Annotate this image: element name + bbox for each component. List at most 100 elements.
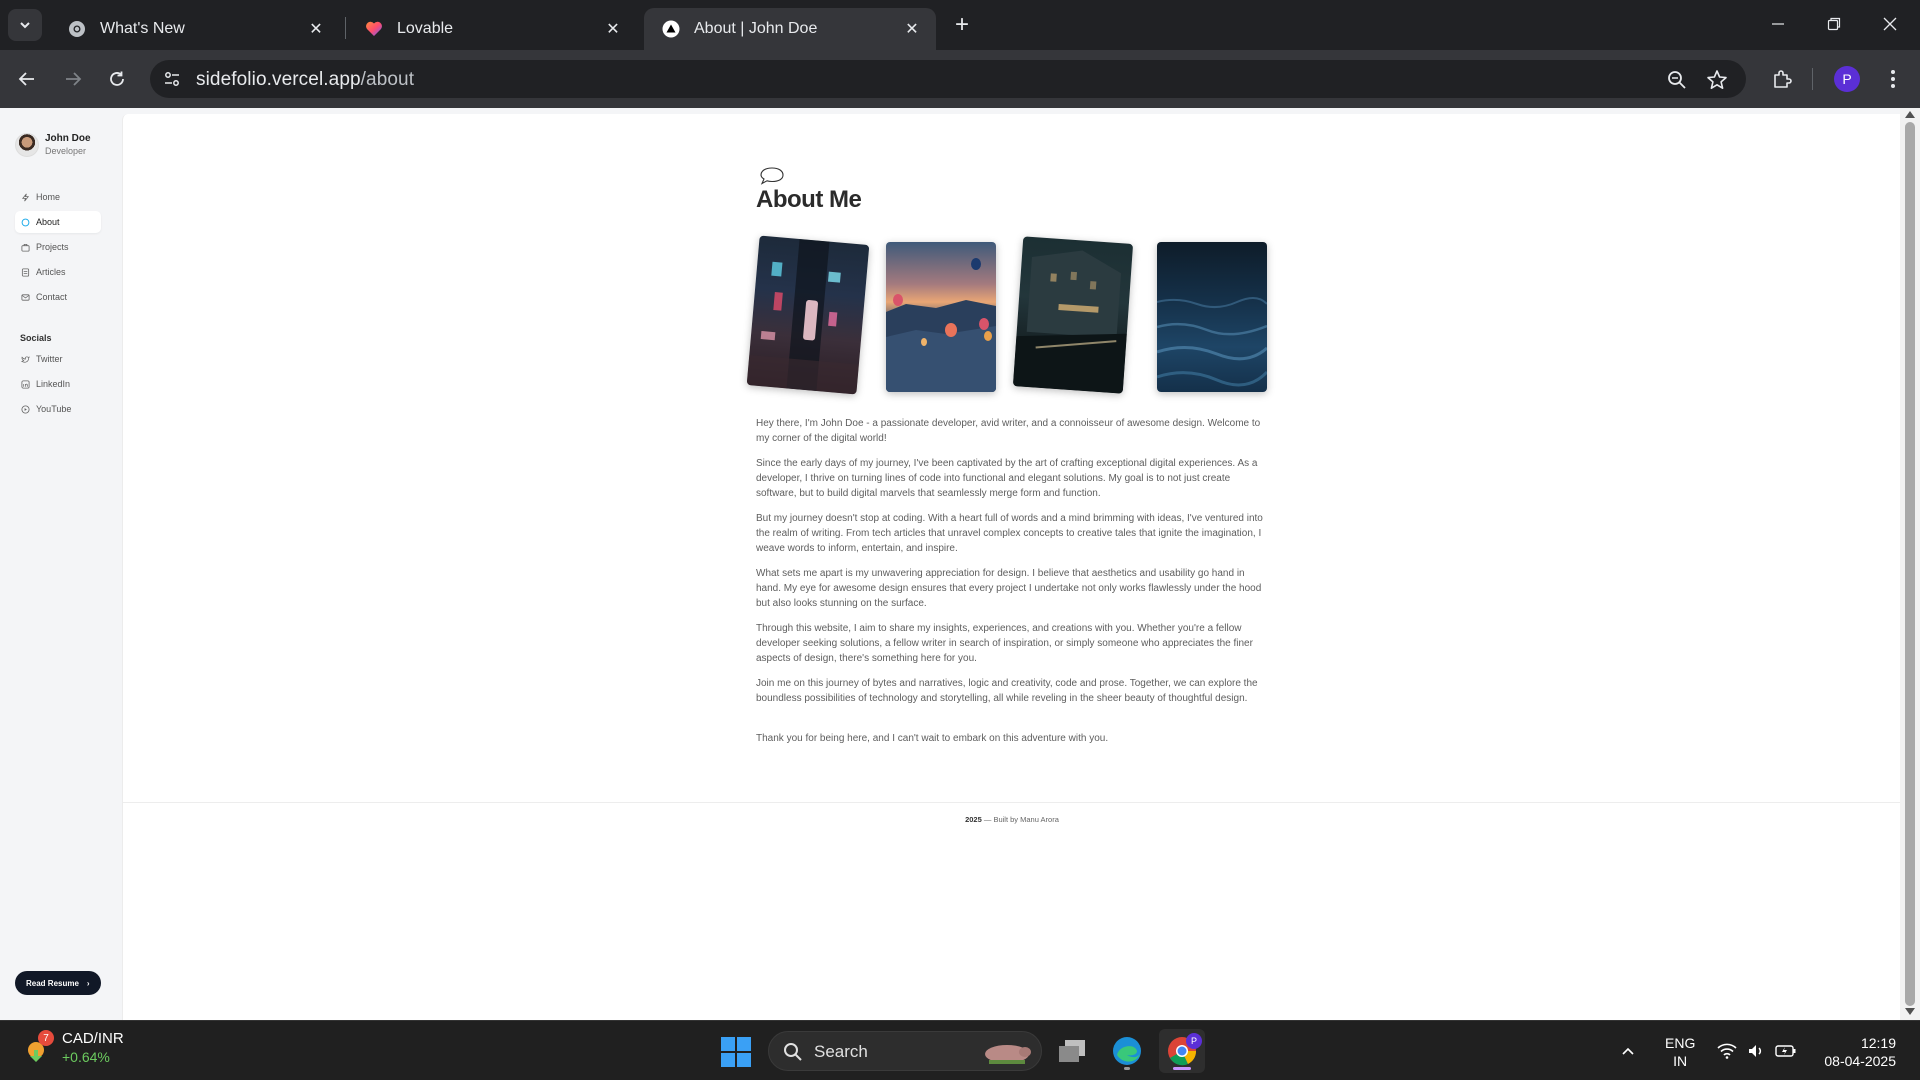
sidebar-item-youtube[interactable]: YouTube <box>15 398 101 420</box>
avatar <box>15 133 39 157</box>
tab-whats-new[interactable]: What's New ✕ <box>50 8 340 50</box>
address-bar[interactable]: sidefolio.vercel.app/about <box>150 60 1746 98</box>
browser-toolbar: sidefolio.vercel.app/about P <box>0 50 1920 108</box>
main-content: About Me Hey there, I'm John Doe - a pas… <box>122 114 1901 1020</box>
vercel-triangle-icon <box>662 20 680 38</box>
tab-title: About | John Doe <box>694 20 818 37</box>
close-tab-icon[interactable]: ✕ <box>603 19 623 39</box>
reload-button[interactable] <box>100 62 134 96</box>
profile-avatar[interactable]: P <box>1834 66 1860 92</box>
windows-start-icon[interactable] <box>721 1037 751 1067</box>
taskbar-file-explorer[interactable] <box>1049 1029 1095 1073</box>
bolt-icon <box>20 192 30 202</box>
heart-icon <box>365 20 383 38</box>
about-paragraph: Thank you for being here, and I can't wa… <box>756 733 1109 744</box>
sidebar-item-label: Contact <box>36 292 68 302</box>
sidebar-item-articles[interactable]: Articles <box>15 261 101 283</box>
network-volume-battery[interactable] <box>1717 1021 1797 1080</box>
twitter-icon <box>20 354 30 364</box>
read-resume-button[interactable]: Read Resume › <box>15 971 101 995</box>
socials-heading: Socials <box>20 333 52 343</box>
sidebar-item-twitter[interactable]: Twitter <box>15 348 101 370</box>
page-title: About Me <box>756 186 862 213</box>
about-paragraph: Hey there, I'm John Doe - a passionate d… <box>756 418 1261 444</box>
tab-about-john-doe[interactable]: About | John Doe ✕ <box>644 8 936 50</box>
close-window-button[interactable] <box>1862 0 1918 48</box>
bookmark-star-icon[interactable] <box>1706 69 1728 91</box>
footer-credit[interactable]: — Built by Manu Arora <box>984 815 1059 824</box>
minimize-icon <box>1772 23 1784 25</box>
chevron-right-icon: › <box>86 978 90 988</box>
browser-tab-bar: What's New ✕ Lovable ✕ About | John Doe … <box>0 0 1920 50</box>
restore-button[interactable] <box>1806 0 1862 48</box>
profile-block[interactable]: John Doe Developer <box>15 133 91 157</box>
toolbar-divider <box>1812 68 1813 90</box>
taskbar-chrome[interactable]: P <box>1159 1029 1205 1073</box>
scrollbar-thumb[interactable] <box>1905 122 1915 1006</box>
sidebar-item-about[interactable]: About <box>15 211 101 233</box>
back-button[interactable] <box>10 62 44 96</box>
reload-icon <box>110 71 124 86</box>
sidebar-item-contact[interactable]: Contact <box>15 286 101 308</box>
taskbar-search[interactable]: Search <box>768 1031 1042 1071</box>
clock-time: 12:19 <box>1860 1035 1896 1051</box>
scroll-up-arrow[interactable] <box>1905 111 1915 118</box>
hot-air-balloons-photo <box>886 242 996 392</box>
chrome-icon <box>68 20 86 38</box>
sidebar-item-label: About <box>36 217 60 227</box>
zoom-icon[interactable] <box>1666 69 1688 91</box>
app-running-indicator <box>1124 1067 1130 1070</box>
tray-overflow-button[interactable] <box>1620 1021 1636 1080</box>
page-footer: 2025 — Built by Manu Arora <box>123 815 1901 824</box>
close-tab-icon[interactable]: ✕ <box>306 19 326 39</box>
search-label: Search <box>814 1042 868 1061</box>
scroll-down-arrow[interactable] <box>1905 1008 1915 1015</box>
language-code: ENG <box>1665 1035 1696 1051</box>
sidebar-item-home[interactable]: Home <box>15 186 101 208</box>
chevron-up-icon <box>1622 1047 1634 1055</box>
sidebar-item-label: Projects <box>36 242 69 252</box>
region-code: IN <box>1673 1053 1688 1069</box>
chrome-menu-button[interactable] <box>1876 62 1910 96</box>
taskbar-edge[interactable] <box>1104 1029 1150 1073</box>
chat-icon <box>20 217 30 227</box>
sidebar-item-linkedin[interactable]: LinkedIn <box>15 373 101 395</box>
document-icon <box>20 267 30 277</box>
profile-name: John Doe <box>45 133 91 144</box>
language-indicator[interactable]: ENG IN <box>1665 1034 1695 1070</box>
forward-button[interactable] <box>56 62 90 96</box>
sidebar: John Doe Developer Home About Projects A… <box>0 108 122 1020</box>
sidebar-item-projects[interactable]: Projects <box>15 236 101 258</box>
widget-title: CAD/INR <box>62 1030 124 1047</box>
new-tab-button[interactable]: + <box>948 11 976 39</box>
battery-charging-icon <box>1775 1045 1796 1057</box>
sidebar-item-label: Twitter <box>36 354 63 364</box>
close-tab-icon[interactable]: ✕ <box>902 19 922 39</box>
wifi-icon <box>1717 1043 1737 1059</box>
restore-icon <box>1827 17 1841 31</box>
page-viewport: John Doe Developer Home About Projects A… <box>0 108 1920 1020</box>
search-icon <box>784 1043 802 1061</box>
tab-search-button[interactable] <box>8 9 42 41</box>
youtube-icon <box>20 404 30 414</box>
briefcase-icon <box>20 242 30 252</box>
notification-badge: 7 <box>38 1030 54 1046</box>
app-active-indicator <box>1173 1067 1191 1070</box>
mail-icon <box>20 292 30 302</box>
speech-bubble-icon <box>760 167 784 185</box>
chevron-down-icon <box>20 22 30 29</box>
extensions-button[interactable] <box>1765 62 1799 96</box>
site-settings-icon[interactable] <box>162 69 182 89</box>
about-paragraph: But my journey doesn't stop at coding. W… <box>756 513 1263 554</box>
minimize-button[interactable] <box>1750 0 1806 48</box>
widget-value: +0.64% <box>62 1049 110 1065</box>
stocks-widget[interactable]: 7 CAD/INR +0.64% <box>22 1029 124 1067</box>
url-text[interactable]: sidefolio.vercel.app/about <box>196 69 414 91</box>
windows-stack-icon <box>1059 1040 1085 1062</box>
close-icon <box>1883 17 1897 31</box>
arrow-right-icon <box>66 72 82 86</box>
page-scrollbar[interactable] <box>1900 108 1920 1020</box>
city-night-alley-photo <box>746 235 870 395</box>
system-clock[interactable]: 12:19 08-04-2025 <box>1812 1034 1896 1070</box>
tab-lovable[interactable]: Lovable ✕ <box>347 8 637 50</box>
